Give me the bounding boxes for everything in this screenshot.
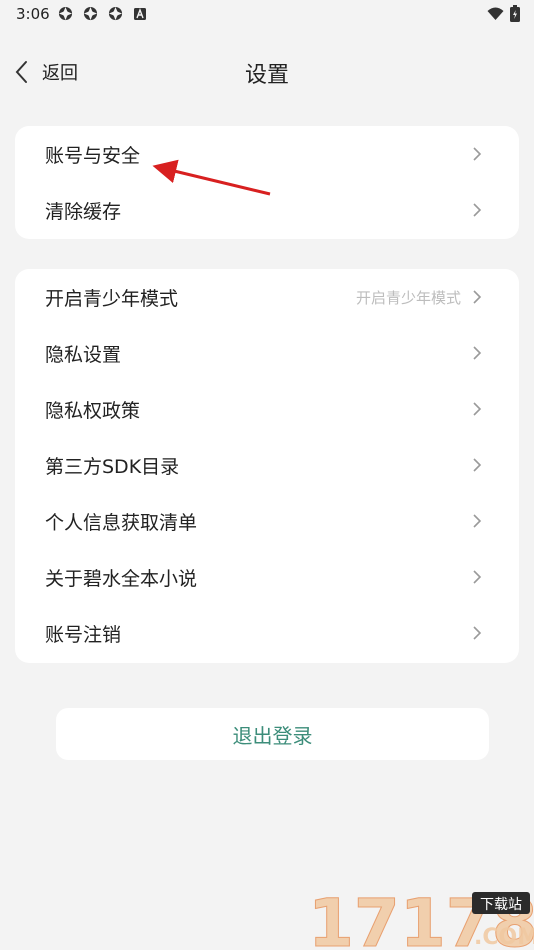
- svg-text:下载站: 下载站: [480, 897, 522, 913]
- row-label: 开启青少年模式: [45, 287, 179, 310]
- row-label: 隐私设置: [45, 343, 122, 366]
- row-label: 个人信息获取清单: [45, 511, 198, 534]
- chevron-right-icon: [473, 570, 482, 584]
- logout-label: 退出登录: [232, 723, 313, 748]
- chevron-right-icon: [473, 458, 482, 472]
- row-label: 第三方SDK目录: [45, 455, 180, 478]
- row-value: 开启青少年模式: [355, 288, 461, 307]
- row-label: 清除缓存: [45, 200, 122, 223]
- chevron-right-icon: [473, 290, 482, 304]
- row-label: 隐私权政策: [45, 399, 141, 422]
- header: 返回 设置: [0, 45, 534, 97]
- chevron-right-icon: [473, 402, 482, 416]
- chevron-right-icon: [473, 203, 482, 217]
- page-title: 设置: [244, 63, 289, 88]
- watermark-logo: 17178 下载站 .COM: [308, 885, 534, 950]
- svg-text:.COM: .COM: [474, 925, 534, 950]
- chevron-right-icon: [473, 147, 482, 161]
- row-third-party-sdk[interactable]: 第三方SDK目录: [15, 437, 519, 493]
- battery-icon: [510, 5, 520, 22]
- row-delete-account[interactable]: 账号注销: [15, 605, 519, 661]
- row-privacy-policy[interactable]: 隐私权政策: [15, 381, 519, 437]
- row-label: 账号注销: [45, 623, 122, 646]
- settings-group-account: 账号与安全 清除缓存: [15, 126, 519, 239]
- chevron-right-icon: [473, 514, 482, 528]
- row-label: 关于碧水全本小说: [45, 567, 198, 590]
- row-label: 账号与安全: [45, 144, 141, 167]
- row-about[interactable]: 关于碧水全本小说: [15, 549, 519, 605]
- chevron-right-icon: [473, 346, 482, 360]
- notification-icon: [83, 6, 98, 21]
- row-privacy-settings[interactable]: 隐私设置: [15, 325, 519, 381]
- status-bar: 3:06: [0, 0, 534, 28]
- logout-button[interactable]: 退出登录: [56, 708, 489, 760]
- notification-icon: [108, 6, 123, 21]
- notification-icon: [58, 6, 73, 21]
- settings-group-privacy: 开启青少年模式 开启青少年模式 隐私设置 隐私权政策 第三方SDK目录 个人信息…: [15, 269, 519, 663]
- row-clear-cache[interactable]: 清除缓存: [15, 182, 519, 238]
- a-icon: [134, 8, 146, 20]
- status-time: 3:06: [16, 5, 50, 23]
- status-right: [487, 5, 520, 22]
- wifi-icon: [487, 7, 504, 20]
- row-account-security[interactable]: 账号与安全: [15, 126, 519, 182]
- row-personal-info-list[interactable]: 个人信息获取清单: [15, 493, 519, 549]
- chevron-right-icon: [473, 626, 482, 640]
- row-teen-mode[interactable]: 开启青少年模式 开启青少年模式: [15, 269, 519, 325]
